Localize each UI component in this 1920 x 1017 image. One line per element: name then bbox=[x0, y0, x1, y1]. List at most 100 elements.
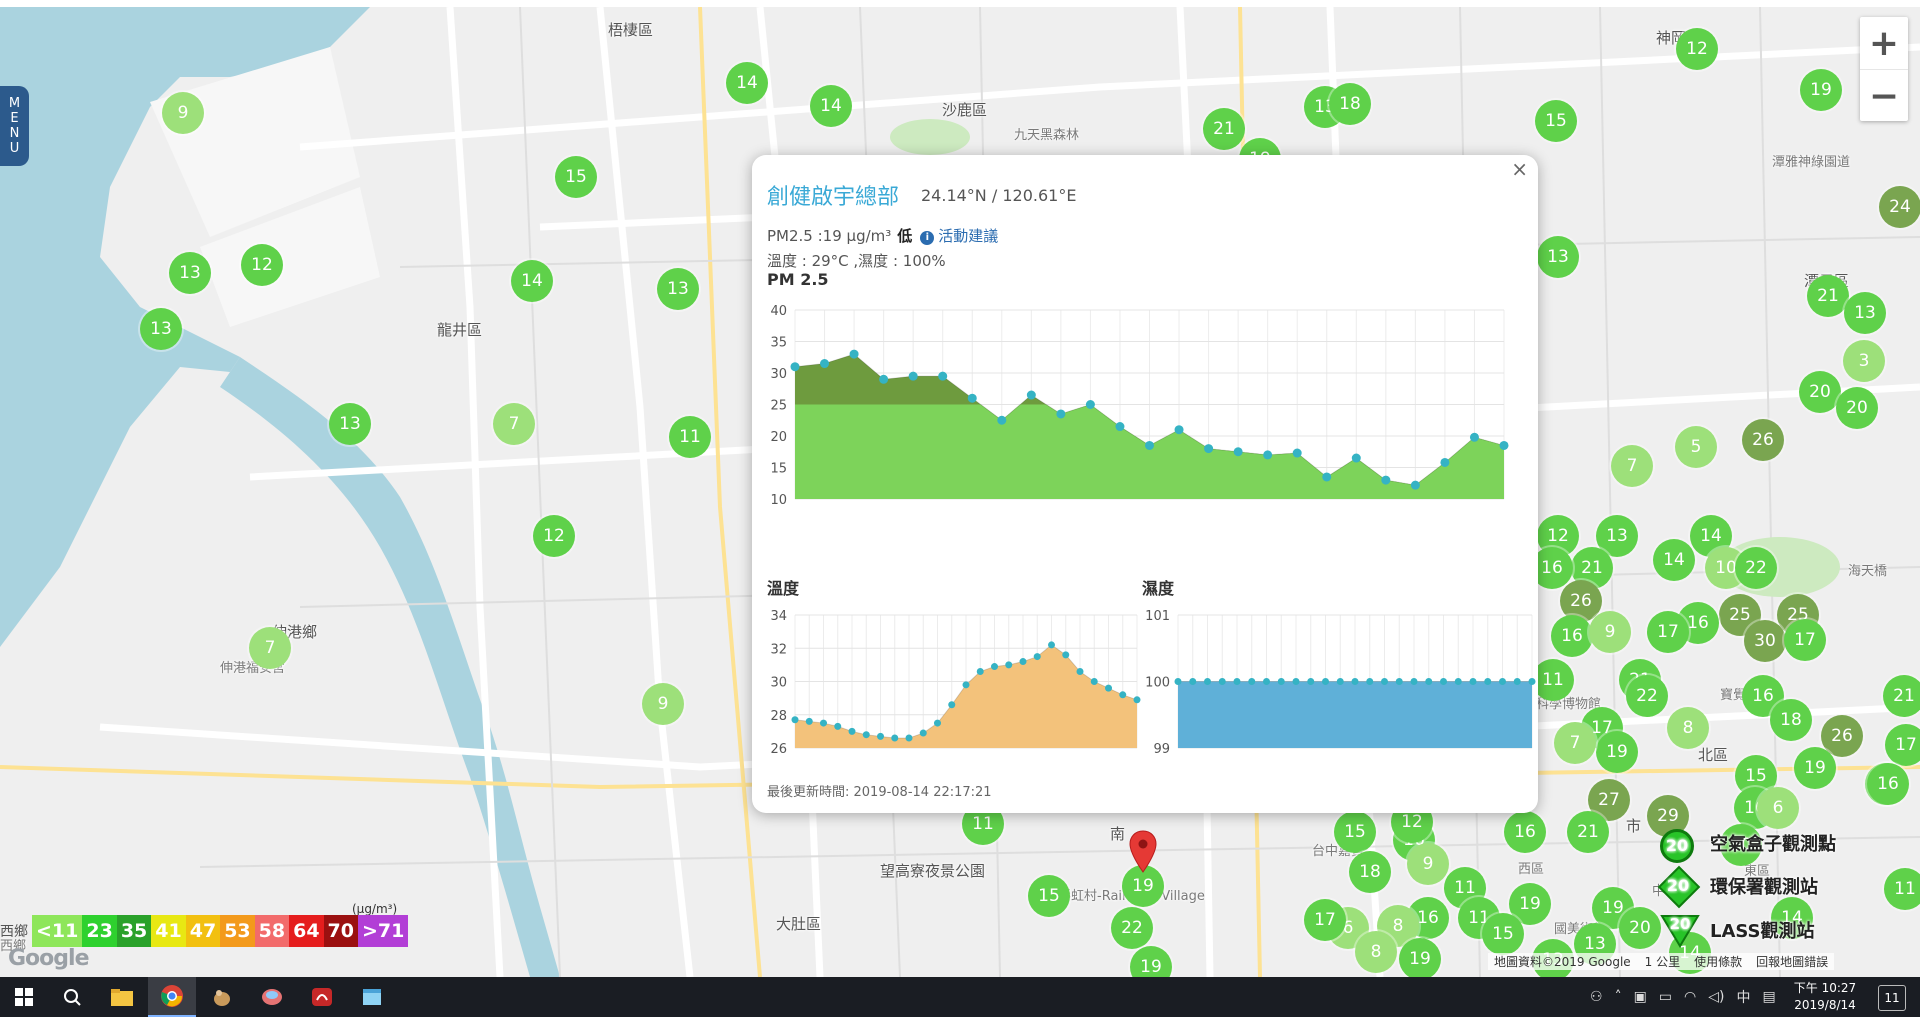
sensor-marker[interactable]: 17 bbox=[1647, 611, 1689, 653]
battery-icon[interactable]: ▭ bbox=[1659, 989, 1672, 1005]
area-fill bbox=[1178, 681, 1532, 748]
sensor-marker[interactable]: 3 bbox=[1843, 340, 1885, 382]
sensor-marker[interactable]: 6 bbox=[1757, 787, 1799, 829]
wifi-icon[interactable]: ◠ bbox=[1684, 989, 1696, 1005]
chrome-icon[interactable] bbox=[148, 977, 196, 1017]
sensor-marker[interactable]: 18 bbox=[1770, 699, 1812, 741]
menu-tab[interactable]: M E N U bbox=[0, 86, 29, 166]
sensor-marker[interactable]: 5 bbox=[1675, 426, 1717, 468]
sensor-marker[interactable]: 14 bbox=[511, 260, 553, 302]
app-icon[interactable] bbox=[298, 977, 346, 1017]
sensor-marker[interactable]: 20 bbox=[1619, 907, 1661, 949]
sensor-marker[interactable]: 14 bbox=[810, 85, 852, 127]
legend-swatch: 35 bbox=[116, 915, 152, 947]
sensor-marker[interactable]: 9 bbox=[1407, 843, 1449, 885]
sensor-marker[interactable]: 15 bbox=[1535, 100, 1577, 142]
close-icon[interactable]: × bbox=[1511, 157, 1528, 181]
notification-center-icon[interactable]: 11 bbox=[1878, 985, 1906, 1011]
sensor-marker[interactable]: 12 bbox=[241, 244, 283, 286]
sensor-marker[interactable]: 19 bbox=[1794, 747, 1836, 789]
app-icon[interactable] bbox=[198, 977, 246, 1017]
sensor-marker[interactable]: 9 bbox=[642, 683, 684, 725]
sensor-marker[interactable]: 7 bbox=[1554, 722, 1596, 764]
y-tick-label: 100 bbox=[1145, 676, 1170, 691]
data-point bbox=[905, 734, 913, 742]
sensor-marker[interactable]: 24 bbox=[1879, 186, 1920, 228]
volume-icon[interactable]: ◁) bbox=[1708, 989, 1724, 1005]
keyboard-icon[interactable]: ▤ bbox=[1762, 989, 1775, 1005]
sensor-marker[interactable]: 15 bbox=[1334, 811, 1376, 853]
sensor-marker[interactable]: 7 bbox=[1611, 445, 1653, 487]
sensor-marker[interactable]: 17 bbox=[1885, 724, 1920, 766]
sensor-marker[interactable]: 17 bbox=[1304, 899, 1346, 941]
sensor-marker[interactable]: 7 bbox=[249, 627, 291, 669]
sensor-marker[interactable]: 21 bbox=[1567, 811, 1609, 853]
sensor-marker[interactable]: 11 bbox=[1884, 868, 1920, 910]
sensor-marker[interactable]: 15 bbox=[1028, 875, 1070, 917]
sensor-marker[interactable]: 22 bbox=[1626, 675, 1668, 717]
sensor-marker[interactable]: 26 bbox=[1742, 419, 1784, 461]
sensor-marker[interactable]: 16 bbox=[1551, 615, 1593, 657]
sensor-marker[interactable]: 21 bbox=[1203, 108, 1245, 150]
sensor-marker[interactable]: 12 bbox=[533, 515, 575, 557]
sensor-marker[interactable]: 22 bbox=[1111, 907, 1153, 949]
sensor-marker[interactable]: 20 bbox=[1836, 387, 1878, 429]
security-icon[interactable]: ▣ bbox=[1634, 989, 1647, 1005]
file-explorer-icon[interactable] bbox=[98, 977, 146, 1017]
sensor-marker[interactable]: 19 bbox=[1399, 938, 1441, 977]
app-icon[interactable] bbox=[248, 977, 296, 1017]
search-icon[interactable] bbox=[48, 977, 96, 1017]
sensor-marker[interactable]: 18 bbox=[1329, 83, 1371, 125]
sensor-marker[interactable]: 19 bbox=[1596, 731, 1638, 773]
menu-letter: N bbox=[9, 126, 20, 141]
data-point bbox=[1233, 447, 1243, 457]
sensor-marker[interactable]: 9 bbox=[162, 92, 204, 134]
sensor-marker[interactable]: 16 bbox=[1867, 763, 1909, 805]
sensor-marker[interactable]: 30 bbox=[1744, 620, 1786, 662]
sensor-marker[interactable]: 21 bbox=[1883, 675, 1920, 717]
map-scale: 1 公里 bbox=[1644, 955, 1681, 969]
sensor-marker[interactable]: 11 bbox=[669, 416, 711, 458]
ime-indicator[interactable]: 中 bbox=[1736, 987, 1750, 1007]
people-icon[interactable]: ⚇ bbox=[1590, 989, 1603, 1005]
legend-swatch: 53 bbox=[220, 915, 255, 947]
app-icon[interactable] bbox=[348, 977, 396, 1017]
sensor-marker[interactable]: 18 bbox=[1349, 851, 1391, 893]
sensor-marker[interactable]: 17 bbox=[1784, 619, 1826, 661]
chevron-up-icon[interactable]: ˄ bbox=[1615, 989, 1622, 1005]
sensor-marker[interactable]: 19 bbox=[1800, 69, 1842, 111]
sensor-marker[interactable]: 13 bbox=[1537, 236, 1579, 278]
sensor-marker[interactable]: 14 bbox=[1653, 539, 1695, 581]
sensor-marker[interactable]: 13 bbox=[657, 268, 699, 310]
zoom-in-button[interactable]: + bbox=[1860, 17, 1908, 69]
report-error-link[interactable]: 回報地圖錯誤 bbox=[1756, 953, 1828, 970]
sensor-marker[interactable]: 9 bbox=[1589, 611, 1631, 653]
terms-link[interactable]: 使用條款 bbox=[1694, 953, 1742, 970]
selected-location-pin-icon[interactable] bbox=[1128, 830, 1158, 874]
sensor-marker[interactable]: 13 bbox=[169, 252, 211, 294]
taskbar-clock[interactable]: 下午 10:27 2019/8/14 bbox=[1790, 980, 1860, 1014]
sensor-marker[interactable]: 15 bbox=[1482, 913, 1524, 955]
sensor-marker[interactable]: 15 bbox=[555, 156, 597, 198]
map-data-credit: 地圖資料©2019 Google bbox=[1494, 955, 1631, 969]
sensor-marker[interactable]: 22 bbox=[1735, 547, 1777, 589]
sensor-marker[interactable]: 14 bbox=[726, 62, 768, 104]
windows-start-icon[interactable] bbox=[0, 977, 48, 1017]
sensor-marker[interactable]: 16 bbox=[1504, 811, 1546, 853]
data-point bbox=[1056, 409, 1066, 419]
sensor-marker[interactable]: 12 bbox=[1676, 28, 1718, 70]
sensor-marker[interactable]: 13 bbox=[1844, 292, 1886, 334]
y-tick-label: 15 bbox=[770, 462, 787, 477]
sensor-marker[interactable]: 13 bbox=[329, 403, 371, 445]
sensor-marker[interactable]: 11 bbox=[1532, 659, 1574, 701]
sensor-marker[interactable]: 8 bbox=[1667, 707, 1709, 749]
sensor-marker[interactable]: 7 bbox=[493, 403, 535, 445]
activity-advice-link[interactable]: 活動建議 bbox=[938, 227, 998, 245]
sensor-marker[interactable]: 13 bbox=[140, 308, 182, 350]
info-icon[interactable]: i bbox=[920, 231, 935, 245]
sensor-marker[interactable]: 21 bbox=[1807, 275, 1849, 317]
data-point bbox=[1322, 472, 1332, 482]
sensor-marker[interactable]: 8 bbox=[1355, 931, 1397, 973]
zoom-out-button[interactable]: − bbox=[1860, 69, 1908, 122]
sensor-marker[interactable]: 20 bbox=[1799, 371, 1841, 413]
